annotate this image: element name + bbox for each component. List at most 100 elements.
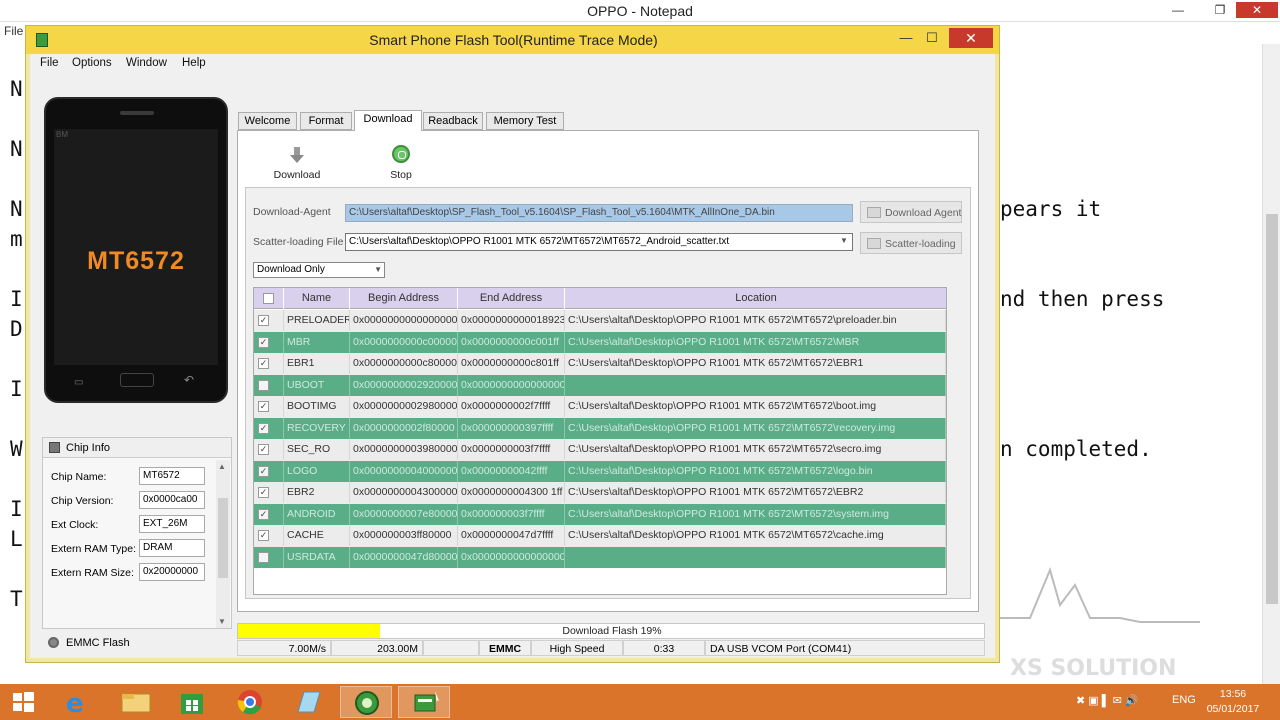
row-checkbox-cell[interactable]: ✓ — [254, 417, 284, 439]
row-checkbox-cell[interactable]: ✓ — [254, 331, 284, 353]
menu-help[interactable]: Help — [182, 57, 206, 69]
chevron-down-icon[interactable]: ▼ — [374, 265, 382, 274]
flash-tool-app-taskbar-icon[interactable] — [398, 686, 450, 718]
table-row[interactable]: ✓ CACHE 0x000000003ff80000 0x0000000047d7ff… — [254, 525, 946, 547]
checkbox-checked[interactable]: ✓ — [258, 401, 269, 412]
chip-info-scrollbar[interactable]: ▲ ▼ — [216, 460, 230, 628]
tab-format[interactable]: Format — [300, 112, 352, 130]
begin-address: 0x0000000000000000 — [350, 310, 458, 331]
end-address: 0x0000000000000000 — [458, 546, 565, 568]
menu-file[interactable]: File — [40, 57, 59, 69]
table-row[interactable]: ✓ MBR 0x0000000000c00000 0x0000000000c001ff… — [254, 331, 946, 353]
clock[interactable]: 13:56 05/01/2017 — [1200, 687, 1266, 717]
row-checkbox-cell[interactable] — [254, 374, 284, 396]
app-circle-icon[interactable] — [340, 686, 392, 718]
minimize-icon[interactable]: — — [1166, 2, 1190, 18]
row-checkbox-cell[interactable]: ✓ — [254, 460, 284, 482]
row-checkbox-cell[interactable]: ✓ — [254, 310, 284, 331]
close-icon[interactable]: ✕ — [949, 28, 993, 48]
download-mode-select[interactable]: Download Only ▼ — [253, 262, 385, 278]
row-checkbox-cell[interactable]: ✓ — [254, 503, 284, 525]
notepad-scrollbar[interactable] — [1262, 44, 1280, 684]
checkbox-checked[interactable]: ✓ — [258, 530, 269, 541]
tray-icons[interactable]: ✖ ▣ ▌ ✉ 🔊 — [1076, 694, 1139, 707]
table-row[interactable]: ✓ ANDROID 0x0000000007e80000 0x000000003f7f… — [254, 503, 946, 525]
notepad-line: N — [10, 197, 23, 221]
checkbox-checked[interactable]: ✓ — [258, 358, 269, 369]
checkbox-checked[interactable]: ✓ — [258, 315, 269, 326]
scroll-down-icon[interactable]: ▼ — [218, 617, 226, 626]
download-agent-button[interactable]: Download Agent — [860, 201, 962, 223]
table-row[interactable]: USRDATA 0x0000000047d80000 0x0000000000000… — [254, 546, 946, 568]
column-name[interactable]: Name — [284, 288, 350, 309]
folder-icon — [867, 238, 881, 249]
chevron-down-icon[interactable]: ▼ — [838, 236, 850, 248]
menu-options[interactable]: Options — [72, 57, 112, 69]
emmc-flash-panel[interactable]: EMMC Flash — [42, 632, 232, 654]
checkbox-unchecked[interactable] — [258, 551, 269, 563]
table-row[interactable]: ✓ PRELOADER 0x0000000000000000 0x0000000000… — [254, 310, 946, 332]
tab-download[interactable]: Download — [354, 110, 422, 131]
checkbox-unchecked[interactable] — [258, 379, 269, 391]
chip-info-header[interactable]: Chip Info — [43, 438, 231, 458]
store-icon[interactable] — [166, 686, 218, 718]
table-row[interactable]: ✓ SEC_RO 0x0000000003980000 0x0000000003f7f… — [254, 439, 946, 461]
chrome-icon[interactable] — [224, 686, 276, 718]
checkbox-checked[interactable]: ✓ — [258, 444, 269, 455]
select-all-checkbox[interactable] — [263, 293, 274, 304]
stop-button[interactable]: Stop — [371, 143, 431, 183]
scatter-path-field[interactable]: C:\Users\altaf\Desktop\OPPO R1001 MTK 65… — [345, 233, 853, 251]
checkbox-checked[interactable]: ✓ — [258, 487, 269, 498]
minimize-icon[interactable]: — — [893, 28, 919, 48]
tab-welcome[interactable]: Welcome — [238, 112, 297, 130]
download-button[interactable]: Download — [267, 143, 327, 183]
table-row[interactable]: ✓ BOOTIMG 0x0000000002980000 0x0000000002f7… — [254, 396, 946, 418]
chip-name-value: MT6572 — [139, 467, 205, 485]
table-row[interactable]: ✓ RECOVERY 0x0000000002f80000 0x00000000039… — [254, 417, 946, 439]
file-explorer-icon[interactable] — [110, 686, 162, 718]
end-address: 0x0000000000000000 — [458, 374, 565, 396]
scroll-thumb[interactable] — [218, 498, 228, 578]
internet-explorer-icon[interactable]: e — [52, 686, 104, 719]
status-bar: 7.00M/s 203.00M EMMC High Speed 0:33 DA … — [237, 640, 985, 656]
partition-name: RECOVERY — [284, 417, 350, 439]
tab-memory-test[interactable]: Memory Test — [486, 112, 564, 130]
table-row[interactable]: ✓ EBR1 0x0000000000c80000 0x0000000000c801f… — [254, 353, 946, 375]
table-row[interactable]: ✓ EBR2 0x0000000004300000 0x0000000004300 1… — [254, 482, 946, 504]
maximize-icon[interactable]: ❐ — [1208, 2, 1232, 18]
scatter-label: Scatter-loading File — [253, 236, 344, 248]
tab-readback[interactable]: Readback — [423, 112, 483, 130]
row-checkbox-cell[interactable]: ✓ — [254, 396, 284, 417]
checkbox-checked[interactable]: ✓ — [258, 336, 269, 348]
notepad-menu-file[interactable]: File — [4, 24, 23, 38]
scroll-up-icon[interactable]: ▲ — [218, 462, 226, 471]
row-checkbox-cell[interactable]: ✓ — [254, 482, 284, 503]
chip-field-label: Chip Version: — [51, 495, 114, 507]
scatter-loading-button[interactable]: Scatter-loading — [860, 232, 962, 254]
row-checkbox-cell[interactable]: ✓ — [254, 525, 284, 546]
checkbox-checked[interactable]: ✓ — [258, 508, 269, 520]
row-checkbox-cell[interactable]: ✓ — [254, 353, 284, 374]
scroll-thumb[interactable] — [1266, 214, 1278, 604]
table-row[interactable]: UBOOT 0x0000000002920000 0x000000000000000… — [254, 374, 946, 396]
phone-illustration: BM MT6572 ▭ ↶ — [44, 97, 228, 403]
notepad-line: W — [10, 437, 23, 461]
notepad-close-icon[interactable]: ✕ — [1236, 2, 1278, 18]
menu-window[interactable]: Window — [126, 57, 167, 69]
column-location[interactable]: Location — [565, 288, 946, 309]
download-agent-path[interactable]: C:\Users\altaf\Desktop\SP_Flash_Tool_v5.… — [345, 204, 853, 222]
select-all-header[interactable] — [254, 288, 284, 309]
table-row[interactable]: ✓ LOGO 0x0000000004000000 0x00000000042ffff… — [254, 460, 946, 482]
row-checkbox-cell[interactable]: ✓ — [254, 439, 284, 460]
begin-address: 0x0000000000c00000 — [350, 331, 458, 353]
notepad-app-icon[interactable] — [282, 686, 334, 718]
windows-start-icon[interactable] — [0, 686, 46, 718]
column-begin-address[interactable]: Begin Address — [350, 288, 458, 309]
checkbox-checked[interactable]: ✓ — [258, 422, 269, 434]
language-indicator[interactable]: ENG — [1172, 694, 1196, 706]
row-checkbox-cell[interactable] — [254, 546, 284, 568]
notepad-line: T — [10, 587, 23, 611]
maximize-icon[interactable]: ☐ — [919, 28, 945, 48]
column-end-address[interactable]: End Address — [458, 288, 565, 309]
checkbox-checked[interactable]: ✓ — [258, 465, 269, 477]
